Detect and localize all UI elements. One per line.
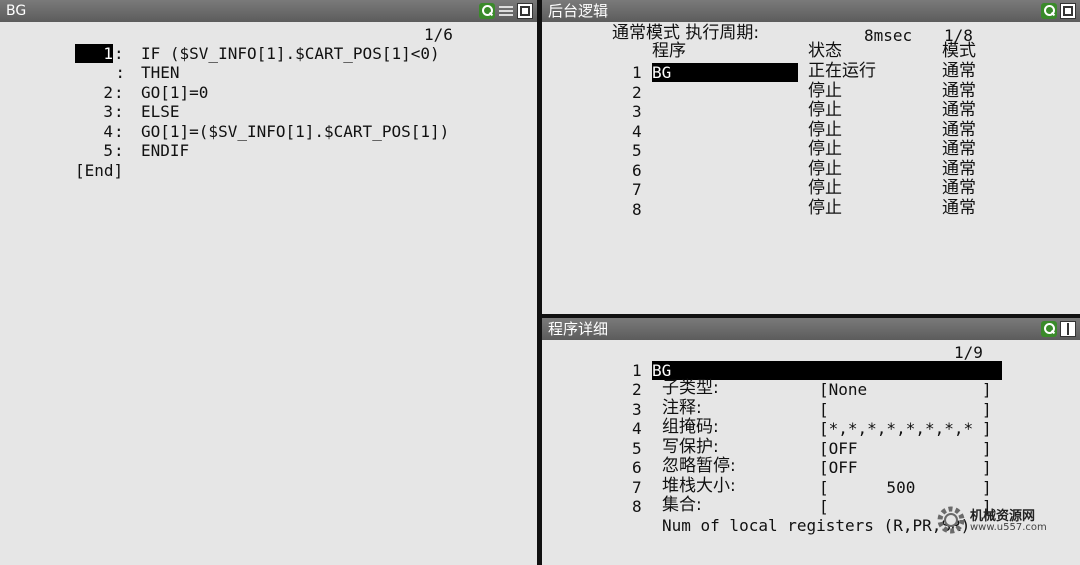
line-sep: : (114, 83, 124, 102)
field-number: 6 (632, 458, 642, 477)
field-number: 4 (632, 419, 642, 438)
field-label-ignore-pause: 忽略暂停: (662, 456, 736, 476)
program-editor-pane: BG 1/6 1 : IF ($SV_INFO[1].$CART_POS[1]<… (0, 0, 537, 565)
field-number: 1 (632, 361, 642, 380)
mode-cell: 通常 (942, 61, 976, 81)
field-label-stack-size: 堆栈大小: (662, 476, 736, 496)
mode-cell: 通常 (942, 178, 976, 198)
mode-cell: 通常 (942, 139, 976, 159)
line-number-4: 4 (103, 122, 113, 141)
field-value-ignore-pause[interactable]: [OFF (819, 458, 858, 477)
field-value-stack-size[interactable]: [ 500 (819, 478, 915, 497)
bracket-close: ] (982, 419, 992, 438)
field-number: 2 (632, 380, 642, 399)
detail-titlebar: 程序详细 (542, 318, 1080, 340)
bracket-close: ] (982, 380, 992, 399)
col-header-status: 状态 (808, 41, 842, 61)
line-sep: : (114, 122, 124, 141)
list-icon[interactable] (498, 3, 514, 19)
field-value-subtype[interactable]: [None (819, 380, 867, 399)
field-label-collection: 集合: (662, 495, 702, 515)
split-view-icon[interactable] (1060, 321, 1076, 337)
field-number: 8 (632, 497, 642, 516)
line-sep: : (114, 44, 124, 63)
watermark-url: www.u557.com (970, 522, 1047, 533)
mode-cell: 通常 (942, 198, 976, 218)
field-label-write-protect: 写保护: (662, 437, 719, 457)
code-line-5[interactable]: ENDIF (141, 141, 189, 160)
program-cell-selected[interactable]: BG (652, 63, 798, 82)
row-number: 8 (632, 200, 642, 219)
bg-logic-titlebar: 后台逻辑 (542, 0, 1080, 22)
zoom-icon[interactable] (1041, 3, 1057, 19)
zoom-icon[interactable] (479, 3, 495, 19)
bracket-close: ] (982, 458, 992, 477)
row-number: 1 (632, 63, 642, 82)
bracket-close: ] (982, 439, 992, 458)
code-line-2[interactable]: GO[1]=0 (141, 83, 208, 102)
field-value-write-protect[interactable]: [OFF (819, 439, 858, 458)
field-label-group-mask: 组掩码: (662, 417, 719, 437)
row-number: 5 (632, 141, 642, 160)
background-logic-pane: 后台逻辑 通常模式 执行周期: 8msec 1/8 程序 状态 模式 1 BG … (542, 0, 1080, 314)
detail-page-indicator: 1/9 (954, 343, 983, 362)
code-line-3[interactable]: ELSE (141, 102, 180, 121)
status-cell: 停止 (808, 100, 842, 120)
maximize-icon[interactable] (1060, 3, 1076, 19)
line-number-5: 5 (103, 141, 113, 160)
status-cell: 停止 (808, 120, 842, 140)
code-line-4[interactable]: GO[1]=($SV_INFO[1].$CART_POS[1]) (141, 122, 449, 141)
bracket-close: ] (982, 478, 992, 497)
editor-title: BG (6, 3, 27, 19)
status-cell: 正在运行 (808, 61, 876, 81)
period-value: 8msec (864, 26, 913, 45)
bracket-close: ] (982, 400, 992, 419)
status-cell: 停止 (808, 159, 842, 179)
field-number: 3 (632, 400, 642, 419)
end-marker: [End] (75, 161, 124, 180)
field-value-comment[interactable]: [ (819, 400, 829, 419)
line-number-2: 2 (103, 83, 113, 102)
mode-cell: 通常 (942, 100, 976, 120)
mode-cell: 通常 (942, 159, 976, 179)
status-cell: 停止 (808, 178, 842, 198)
status-cell: 停止 (808, 198, 842, 218)
line-sep: : (114, 141, 124, 160)
row-number: 3 (632, 102, 642, 121)
row-number: 6 (632, 161, 642, 180)
line-number-1[interactable]: 1 (75, 44, 113, 63)
row-number: 4 (632, 122, 642, 141)
field-number: 7 (632, 478, 642, 497)
zoom-icon[interactable] (1041, 321, 1057, 337)
mode-cell: 通常 (942, 81, 976, 101)
local-registers-label: Num of local registers (R,PR,SR) (662, 516, 971, 535)
row-number: 7 (632, 180, 642, 199)
col-header-program: 程序 (652, 41, 686, 61)
gear-icon (937, 506, 965, 534)
detail-title: 程序详细 (548, 320, 609, 338)
bg-logic-title: 后台逻辑 (548, 2, 609, 20)
row-number: 2 (632, 83, 642, 102)
status-cell: 停止 (808, 81, 842, 101)
line-sep: : (114, 102, 124, 121)
editor-page-indicator: 1/6 (424, 25, 453, 44)
line-number-3: 3 (103, 102, 113, 121)
col-header-mode: 模式 (942, 41, 976, 61)
field-label-subtype: 子类型: (662, 378, 719, 398)
line-number-cont: : (115, 63, 125, 82)
code-line-then[interactable]: THEN (141, 63, 180, 82)
status-cell: 停止 (808, 139, 842, 159)
program-detail-pane: 程序详细 1/9 1 BG 2 子类型: [None ] 3 注释: [ ] 4… (542, 318, 1080, 565)
field-label-comment: 注释: (662, 398, 702, 418)
mode-cell: 通常 (942, 120, 976, 140)
watermark: 机械资源网 www.u557.com (934, 501, 1074, 541)
field-value-group-mask[interactable]: [*,*,*,*,*,*,*,* (819, 419, 973, 438)
code-line-1[interactable]: IF ($SV_INFO[1].$CART_POS[1]<0) (141, 44, 440, 63)
editor-titlebar: BG (0, 0, 537, 22)
field-number: 5 (632, 439, 642, 458)
field-value-collection[interactable]: [ (819, 497, 829, 516)
maximize-icon[interactable] (517, 3, 533, 19)
